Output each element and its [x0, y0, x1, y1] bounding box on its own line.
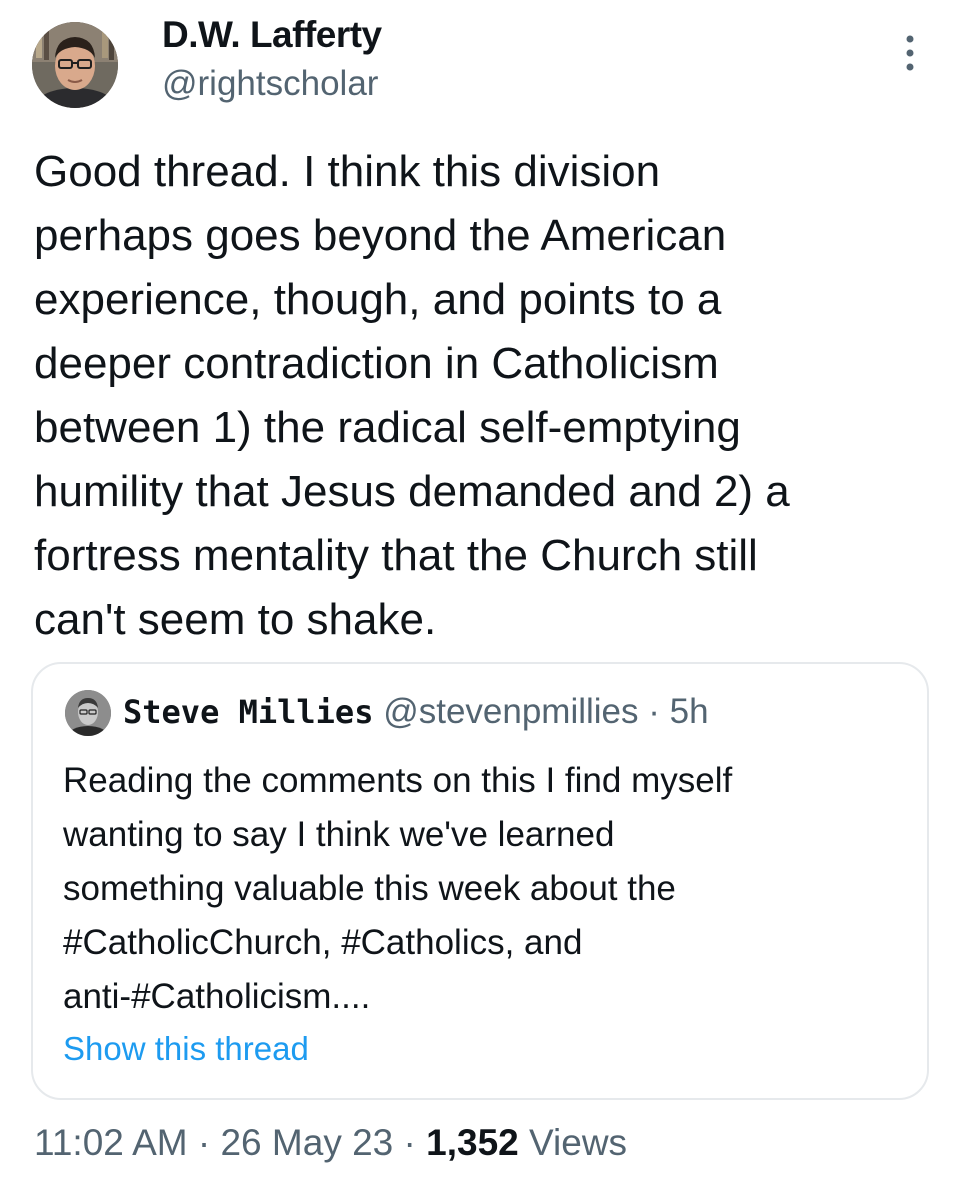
tweet-text: Good thread. I think this division perha… [34, 147, 790, 644]
author-display-name[interactable]: D.W. Lafferty [162, 14, 382, 56]
views-label: Views [529, 1122, 628, 1163]
quoted-tweet-text: Reading the comments on this I find myse… [63, 761, 733, 1016]
tweet-time[interactable]: 11:02 AM [34, 1122, 188, 1163]
more-vertical-icon [906, 35, 914, 71]
author-handle[interactable]: @rightscholar [162, 64, 378, 104]
quoted-author-avatar-image [65, 690, 111, 736]
author-avatar[interactable] [32, 22, 118, 108]
show-thread-link[interactable]: Show this thread [63, 1030, 309, 1068]
quoted-meta-separator: · [648, 692, 660, 731]
more-options-button[interactable] [888, 28, 932, 78]
tweet-footer-meta: 11:02 AM · 26 May 23 · 1,352 Views [34, 1122, 627, 1164]
quoted-author-handle[interactable]: @stevenpmillies [383, 692, 638, 731]
footer-separator-2: · [403, 1122, 416, 1163]
quoted-tweet-header: Steve Millies @stevenpmillies · 5h [123, 692, 709, 732]
author-avatar-image [32, 22, 118, 108]
quoted-author-avatar[interactable] [65, 690, 111, 736]
quoted-time-ago[interactable]: 5h [670, 692, 709, 731]
quoted-author-display-name[interactable]: Steve Millies [123, 693, 373, 731]
footer-separator-1: · [197, 1122, 211, 1163]
quoted-tweet-card[interactable]: Steve Millies @stevenpmillies · 5h Readi… [31, 662, 929, 1100]
tweet-page: D.W. Lafferty @rightscholar Good thread.… [0, 0, 961, 1200]
views-count[interactable]: 1,352 [426, 1122, 519, 1163]
tweet-date[interactable]: 26 May 23 [220, 1122, 393, 1163]
